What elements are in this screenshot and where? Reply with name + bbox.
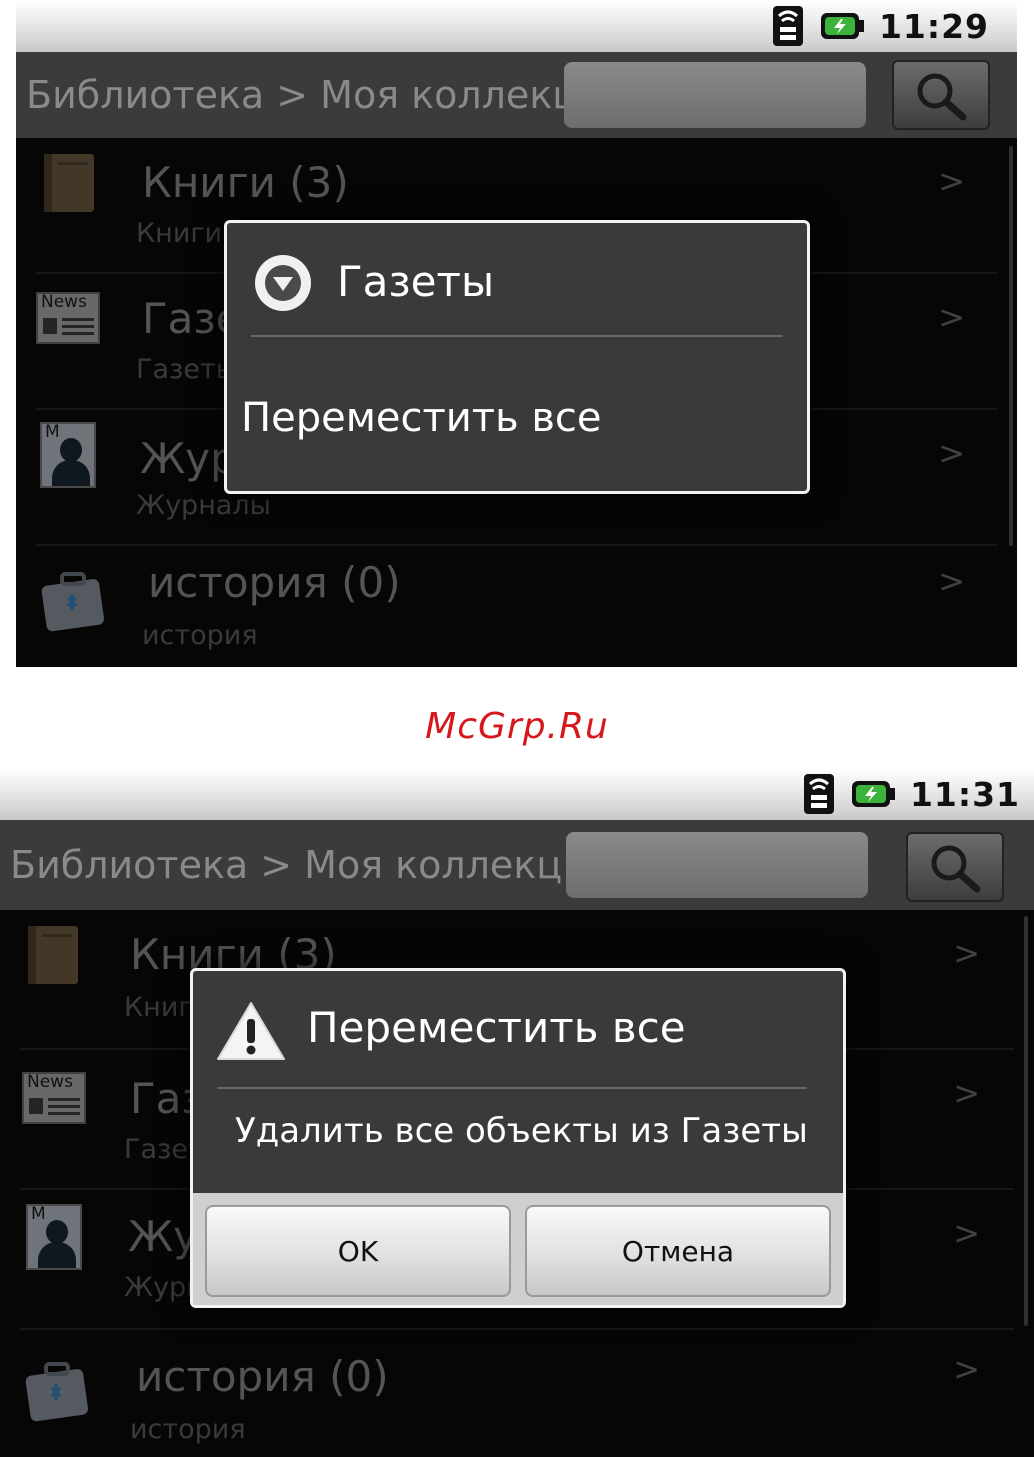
dialog-message: Удалить все объекты из Газеты (235, 1111, 808, 1151)
context-menu-dialog: Газеты Переместить все (224, 220, 810, 494)
confirm-dialog: Переместить все Удалить все объекты из Г… (190, 968, 846, 1308)
status-time: 11:29 (878, 6, 989, 46)
battery-charging-icon (851, 781, 895, 807)
dialog-title: Газеты (337, 257, 495, 306)
screenshot-1: 11:29 Библиотека > Моя коллекц Книги (3)… (0, 0, 1034, 667)
dialog-title: Переместить все (307, 1003, 686, 1052)
breadcrumb: Библиотека > Моя коллекц (26, 73, 579, 117)
watermark: McGrp.Ru (425, 706, 609, 747)
battery-charging-icon (820, 13, 864, 39)
status-time: 11:31 (909, 774, 1020, 814)
search-button[interactable] (906, 832, 1004, 902)
menu-item-move-all[interactable]: Переместить все (241, 395, 602, 441)
breadcrumb: Библиотека > Моя коллекц (10, 843, 563, 887)
search-icon (917, 73, 967, 121)
title-bar: Библиотека > Моя коллекц (0, 820, 1034, 910)
status-bar: 11:29 (16, 0, 1017, 52)
signal-icon (803, 774, 834, 814)
dialog-separator (251, 335, 783, 337)
chevron-down-circle-icon (255, 255, 311, 311)
signal-icon (772, 6, 803, 46)
search-icon (931, 845, 981, 893)
warning-icon (217, 1002, 285, 1060)
dialog-separator (217, 1087, 807, 1089)
title-bar: Библиотека > Моя коллекц (16, 52, 1017, 138)
screenshot-2: 11:31 Библиотека > Моя коллекц Книги (3)… (0, 768, 1034, 1457)
search-input[interactable] (564, 62, 866, 128)
search-button[interactable] (892, 60, 990, 130)
cancel-button[interactable]: Отмена (525, 1205, 831, 1297)
search-input[interactable] (566, 832, 868, 898)
dialog-button-bar: OK Отмена (193, 1193, 843, 1305)
ok-button[interactable]: OK (205, 1205, 511, 1297)
status-bar: 11:31 (0, 768, 1034, 820)
